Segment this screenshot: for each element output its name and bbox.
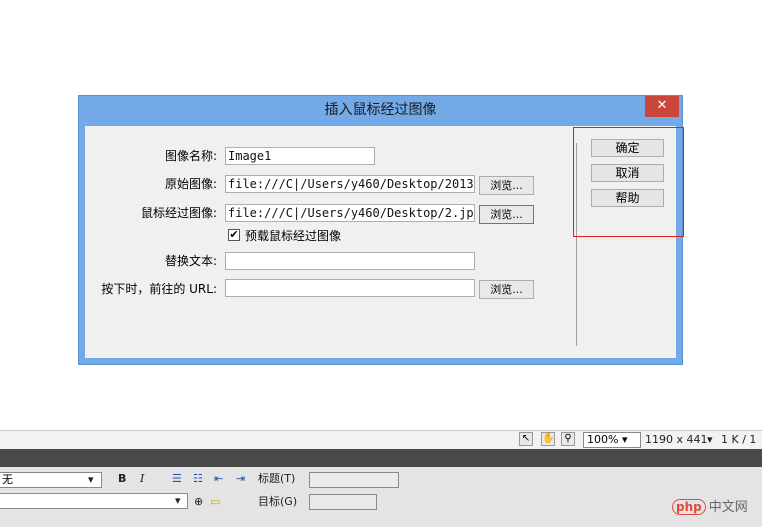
zoom-icon[interactable]: ⚲ — [561, 432, 575, 446]
target-label: 目标(G) — [258, 495, 298, 508]
alt-text-input[interactable] — [225, 252, 475, 270]
zoom-value: 100% — [587, 433, 619, 446]
window-size[interactable]: 1190 x 441 — [645, 432, 708, 448]
browse-link-button[interactable]: 浏览... — [479, 280, 534, 299]
image-name-input[interactable]: Image1 — [225, 147, 375, 165]
italic-button[interactable]: I — [140, 471, 144, 487]
file-size: 1 K / 1 — [721, 433, 757, 446]
alt-text-label: 替换文本: — [164, 254, 217, 268]
link-url-input[interactable] — [225, 279, 475, 297]
pointer-icon[interactable]: ↖ — [519, 432, 533, 446]
watermark: php 中文网 — [672, 496, 748, 515]
rollover-image-label: 鼠标经过图像: — [140, 206, 217, 220]
close-icon: ✕ — [656, 98, 668, 113]
chevron-down-icon[interactable]: ▾ — [707, 432, 713, 448]
folder-icon[interactable]: ▭ — [210, 494, 220, 510]
format-value: 无 — [2, 473, 13, 486]
close-button[interactable]: ✕ — [645, 96, 679, 117]
point-to-file-icon[interactable]: ⊕ — [194, 494, 203, 510]
properties-panel: 无 ▾ B I ☰ ☷ ⇤ ⇥ 标题(T) ▾ ⊕ ▭ 目标(G) — [0, 467, 762, 527]
chevron-down-icon: ▾ — [175, 494, 181, 507]
preload-checkbox[interactable]: ✔ — [228, 229, 240, 241]
bold-button[interactable]: B — [118, 471, 126, 487]
zoom-select[interactable]: 100% ▾ — [583, 432, 641, 448]
outdent-icon[interactable]: ⇤ — [214, 471, 223, 487]
watermark-badge: php — [672, 499, 706, 515]
title-input[interactable] — [309, 472, 399, 488]
unordered-list-icon[interactable]: ☰ — [172, 471, 182, 487]
status-bar: ↖ ✋ ⚲ 100% ▾ 1190 x 441 ▾ 1 K / 1 — [0, 430, 762, 449]
image-name-label: 图像名称: — [164, 149, 217, 163]
browse-original-button[interactable]: 浏览... — [479, 176, 534, 195]
properties-header — [0, 449, 762, 467]
indent-icon[interactable]: ⇥ — [236, 471, 245, 487]
chevron-down-icon: ▾ — [88, 473, 94, 486]
title-label: 标题(T) — [258, 472, 296, 485]
format-select[interactable]: 无 — [0, 472, 102, 488]
target-select[interactable] — [309, 494, 377, 510]
link-select[interactable] — [0, 493, 188, 509]
preload-label: 预载鼠标经过图像 — [245, 229, 342, 243]
rollover-image-input[interactable]: file:///C|/Users/y460/Desktop/2.jpg — [225, 204, 475, 222]
original-image-label: 原始图像: — [164, 177, 217, 191]
browse-rollover-button[interactable]: 浏览... — [479, 205, 534, 224]
original-image-input[interactable]: file:///C|/Users/y460/Desktop/20133 — [225, 175, 475, 193]
dialog-title: 插入鼠标经过图像 — [324, 102, 437, 118]
check-icon: ✔ — [229, 228, 239, 241]
watermark-text: 中文网 — [708, 500, 748, 515]
ordered-list-icon[interactable]: ☷ — [193, 471, 203, 487]
highlight-box — [573, 127, 684, 237]
hand-icon[interactable]: ✋ — [541, 432, 555, 446]
link-url-label: 按下时，前往的 URL: — [101, 282, 217, 296]
